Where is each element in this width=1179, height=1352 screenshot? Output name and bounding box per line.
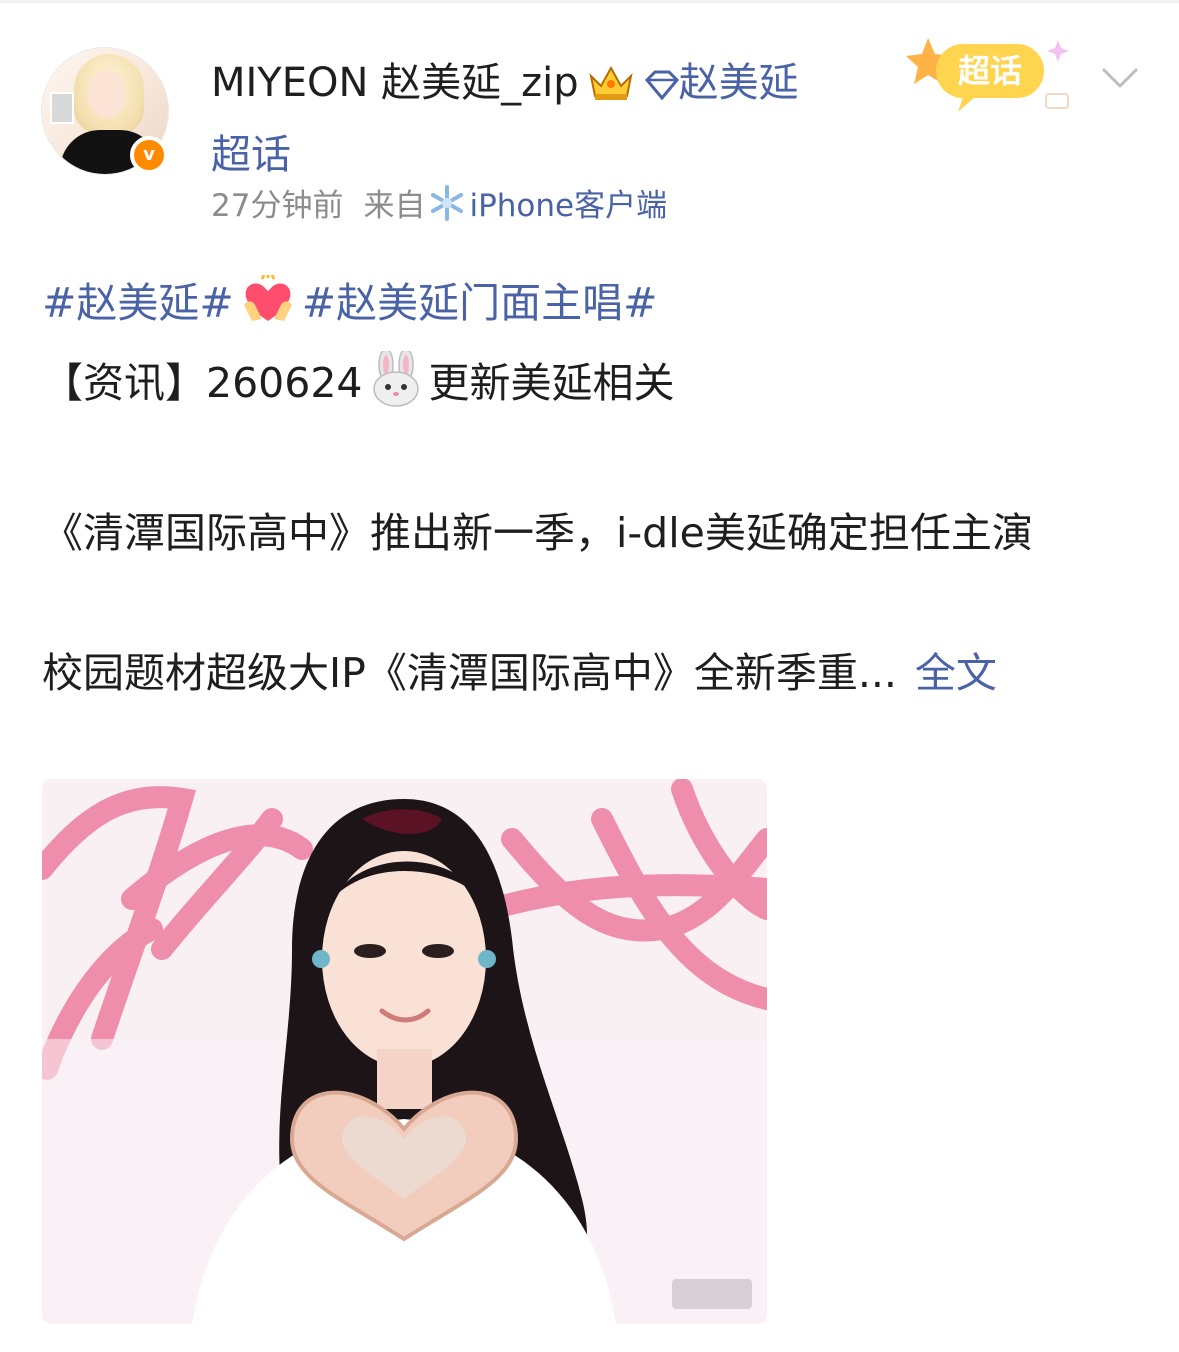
info-line-suffix: 更新美延相关 <box>428 359 675 407</box>
post-meta: 27分钟前 来自 iPhone客户端 <box>211 183 667 235</box>
supertopic-badge[interactable]: 超话 <box>900 30 1080 116</box>
avatar-face <box>88 70 126 118</box>
verified-badge-icon: v <box>130 136 168 174</box>
post-image[interactable] <box>42 779 767 1324</box>
avatar-photo-prop <box>50 92 74 124</box>
info-line: 【资讯】260624 更新美延相关 <box>42 348 1142 428</box>
paragraph-2-text: 校园题材超级大IP《清潭国际高中》全新季重... <box>42 649 897 697</box>
post-time: 27分钟前 <box>211 188 344 224</box>
expand-full-text-link[interactable]: 全文 <box>915 649 997 697</box>
post-header: MIYEON 赵美延_zip 赵美延超话 <box>211 50 811 188</box>
crown-icon <box>587 56 635 122</box>
supertopic-badge-label: 超话 <box>958 53 1022 89</box>
client-link[interactable]: iPhone客户端 <box>469 188 667 224</box>
paragraph-2: 校园题材超级大IP《清潭国际高中》全新季重... 全文 <box>42 638 1142 708</box>
diamond-icon <box>644 54 679 120</box>
heart-hands-emoji <box>240 274 296 348</box>
paragraph-1: 《清潭国际高中》推出新一季，i-dle美延确定担任主演 <box>42 509 1033 557</box>
username[interactable]: MIYEON 赵美延_zip <box>211 60 579 106</box>
post-content: #赵美延# #赵美延门面主唱# 【资讯】260624 更新美延相关 《清潭国际高中》… <box>42 268 1142 708</box>
hashtag-link[interactable]: #赵美延门面主唱# <box>302 279 658 327</box>
info-line-prefix: 【资讯】260624 <box>42 359 363 407</box>
snowflake-icon <box>427 184 467 235</box>
chevron-down-icon[interactable] <box>1100 58 1140 98</box>
hashtag-link[interactable]: #赵美延# <box>42 279 234 327</box>
rabbit-face-emoji <box>369 348 423 428</box>
top-divider <box>0 0 1179 3</box>
hashtag-line: #赵美延# #赵美延门面主唱# <box>42 268 1142 348</box>
source-prefix: 来自 <box>363 188 426 224</box>
